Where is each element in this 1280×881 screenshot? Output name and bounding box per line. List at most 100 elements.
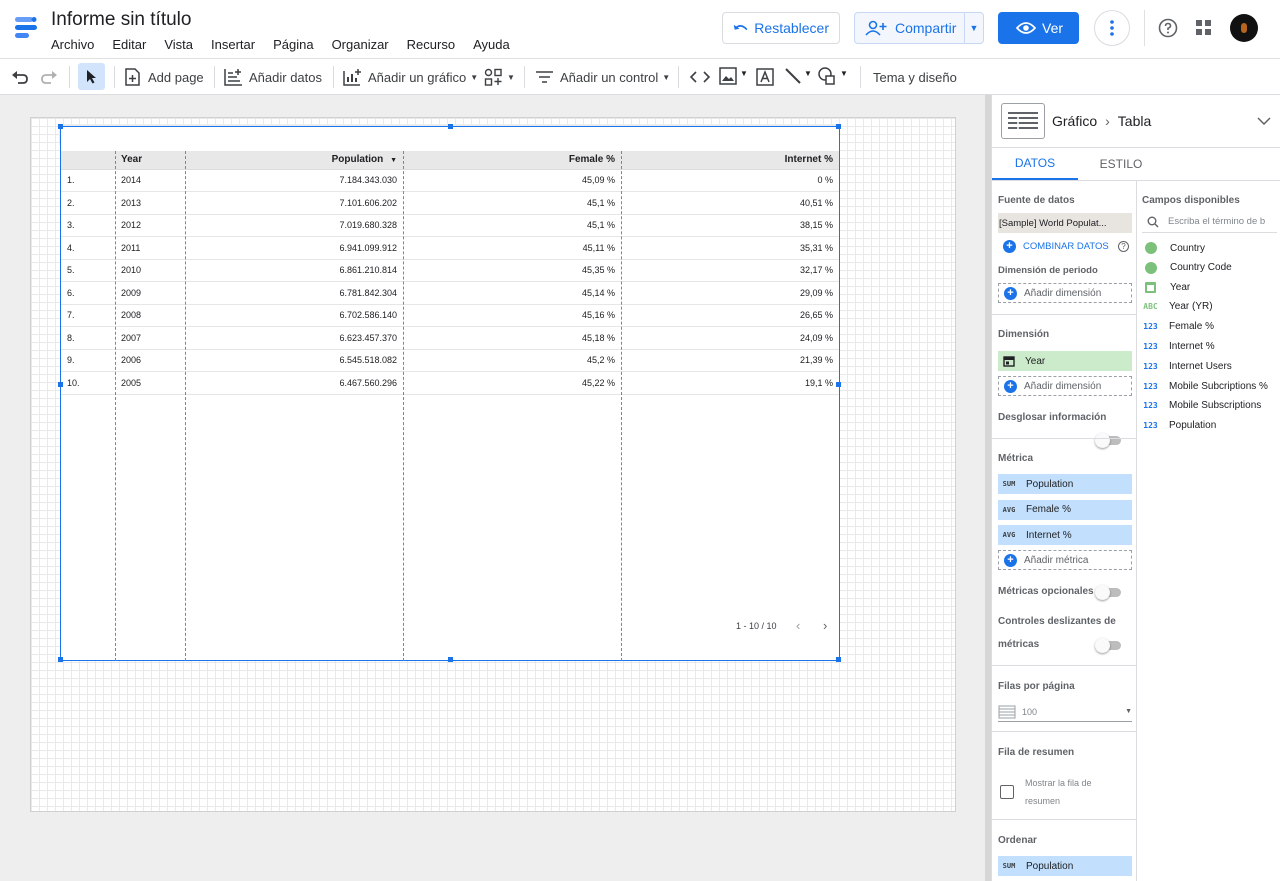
- tab-style[interactable]: ESTILO: [1078, 148, 1164, 180]
- available-field[interactable]: 123 Internet %: [1142, 341, 1214, 352]
- help-icon[interactable]: ?: [1118, 240, 1129, 252]
- table-row[interactable]: 8. 2007 6.623.457.370 45,18 % 24,09 %: [61, 326, 839, 350]
- available-field[interactable]: Country: [1142, 242, 1205, 254]
- share-button[interactable]: Compartir ▼: [854, 12, 984, 44]
- available-field[interactable]: 123 Mobile Subcriptions %: [1142, 381, 1268, 392]
- cell-internet: 29,09 %: [621, 281, 839, 305]
- metric-sliders-toggle[interactable]: [1095, 638, 1121, 653]
- undo-icon[interactable]: [11, 69, 29, 85]
- table-row[interactable]: 5. 2010 6.861.210.814 45,35 % 32,17 %: [61, 259, 839, 282]
- line-button[interactable]: ▼: [784, 67, 814, 87]
- metric-chip[interactable]: AVG Female %: [998, 499, 1132, 520]
- menu-insertar[interactable]: Insertar: [211, 37, 255, 52]
- tab-data[interactable]: DATOS: [992, 148, 1078, 180]
- summary-row-checkbox[interactable]: [1000, 785, 1014, 799]
- available-field[interactable]: 123 Female %: [1142, 321, 1214, 332]
- image-button[interactable]: ▼: [719, 67, 749, 87]
- metric-chip[interactable]: AVG Internet %: [998, 525, 1132, 545]
- table-row[interactable]: 4. 2011 6.941.099.912 45,11 % 35,31 %: [61, 236, 839, 260]
- apps-grid-icon[interactable]: [1196, 20, 1212, 36]
- sort-chip[interactable]: SUM Population: [998, 856, 1132, 876]
- add-person-icon: [865, 20, 887, 36]
- reset-label: Restablecer: [754, 20, 829, 36]
- share-dropdown-icon[interactable]: ▼: [965, 23, 983, 33]
- chart-type-selector[interactable]: [1001, 103, 1045, 139]
- menu-pagina[interactable]: Página: [273, 37, 313, 52]
- menu-ayuda[interactable]: Ayuda: [473, 37, 510, 52]
- community-viz-button[interactable]: ▼: [484, 59, 515, 95]
- available-field[interactable]: 123 Mobile Subscriptions: [1142, 400, 1261, 411]
- avatar[interactable]: [1230, 14, 1258, 42]
- column-header-year[interactable]: Year: [115, 151, 185, 170]
- resize-handle[interactable]: [836, 124, 841, 129]
- add-period-dimension[interactable]: + Añadir dimensión: [998, 283, 1132, 303]
- number-type-icon: 123: [1143, 322, 1158, 332]
- available-field[interactable]: 123 Internet Users: [1142, 361, 1232, 372]
- menu-archivo[interactable]: Archivo: [51, 37, 94, 52]
- prev-page-button[interactable]: ‹: [796, 618, 800, 633]
- help-icon[interactable]: [1158, 18, 1178, 38]
- available-field[interactable]: 123 Population: [1142, 420, 1216, 431]
- optional-metrics-toggle[interactable]: [1095, 585, 1121, 600]
- text-box-icon[interactable]: [756, 68, 774, 86]
- table-row[interactable]: 10. 2005 6.467.560.296 45,22 % 19,1 %: [61, 371, 839, 395]
- resize-handle[interactable]: [58, 382, 63, 387]
- column-header-internet[interactable]: Internet %: [621, 151, 839, 170]
- table-row[interactable]: 3. 2012 7.019.680.328 45,1 % 38,15 %: [61, 214, 839, 237]
- table-row[interactable]: 6. 2009 6.781.842.304 45,14 % 29,09 %: [61, 281, 839, 305]
- redo-icon[interactable]: [40, 69, 58, 85]
- blend-data-button[interactable]: + COMBINAR DATOS ?: [998, 236, 1132, 256]
- column-header-population[interactable]: Population ▼: [185, 151, 403, 170]
- rows-per-page-select[interactable]: 100 ▼: [998, 702, 1132, 722]
- menu-editar[interactable]: Editar: [112, 37, 146, 52]
- reset-button[interactable]: Restablecer: [722, 12, 840, 44]
- chevron-down-icon[interactable]: [1257, 117, 1271, 125]
- resize-handle[interactable]: [58, 657, 63, 662]
- view-button[interactable]: Ver: [998, 12, 1079, 44]
- cell-year: 2008: [115, 304, 185, 327]
- table-row[interactable]: 2. 2013 7.101.606.202 45,1 % 40,51 %: [61, 191, 839, 215]
- add-metric[interactable]: + Añadir métrica: [998, 550, 1132, 570]
- theme-layout-button[interactable]: Tema y diseño: [873, 59, 957, 95]
- add-control-button[interactable]: Añadir un control ▼: [536, 59, 670, 95]
- add-page-button[interactable]: Add page: [124, 59, 204, 95]
- more-options-button[interactable]: [1094, 10, 1130, 46]
- menu-recurso[interactable]: Recurso: [407, 37, 455, 52]
- table-chart[interactable]: Year Population ▼ Female % Internet % 1.…: [58, 124, 841, 662]
- metric-chip[interactable]: SUM Population: [998, 474, 1132, 494]
- add-data-button[interactable]: Añadir datos: [224, 59, 322, 95]
- field-search[interactable]: Escriba el término de b: [1142, 211, 1277, 233]
- theme-label: Tema y diseño: [873, 69, 957, 85]
- embed-code-icon[interactable]: [690, 70, 710, 84]
- table-row[interactable]: 7. 2008 6.702.586.140 45,16 % 26,65 %: [61, 304, 839, 327]
- available-field[interactable]: ABC Year (YR): [1142, 301, 1212, 312]
- available-field[interactable]: Country Code: [1142, 261, 1232, 274]
- resize-handle[interactable]: [836, 657, 841, 662]
- share-main[interactable]: Compartir: [855, 13, 965, 43]
- resize-handle[interactable]: [448, 657, 453, 662]
- cell-internet: 0 %: [621, 169, 839, 192]
- cell-year: 2012: [115, 214, 185, 237]
- metric-agg: AVG: [1002, 531, 1016, 539]
- drilldown-label: Desglosar información: [998, 412, 1107, 423]
- population-header-label: Population: [331, 154, 384, 166]
- dimension-chip-year[interactable]: Year: [998, 351, 1132, 371]
- available-field[interactable]: Year: [1142, 281, 1190, 293]
- column-divider: [1136, 181, 1137, 881]
- report-title[interactable]: Informe sin título: [51, 9, 191, 31]
- add-dimension[interactable]: + Añadir dimensión: [998, 376, 1132, 396]
- column-header-female[interactable]: Female %: [403, 151, 621, 170]
- table-row[interactable]: 1. 2014 7.184.343.030 45,09 % 0 %: [61, 169, 839, 192]
- data-source-field[interactable]: [Sample] World Populat...: [998, 213, 1132, 233]
- select-tool[interactable]: [78, 63, 105, 90]
- table-row[interactable]: 9. 2006 6.545.518.082 45,2 % 21,39 %: [61, 349, 839, 372]
- report-page[interactable]: Year Population ▼ Female % Internet % 1.…: [30, 117, 956, 812]
- next-page-button[interactable]: ›: [823, 618, 827, 633]
- resize-handle[interactable]: [58, 124, 63, 129]
- shape-button[interactable]: ▼: [818, 67, 850, 87]
- menu-vista[interactable]: Vista: [164, 37, 193, 52]
- resize-handle[interactable]: [448, 124, 453, 129]
- resize-handle[interactable]: [836, 382, 841, 387]
- menu-organizar[interactable]: Organizar: [332, 37, 389, 52]
- add-chart-button[interactable]: Añadir un gráfico ▼: [343, 59, 478, 95]
